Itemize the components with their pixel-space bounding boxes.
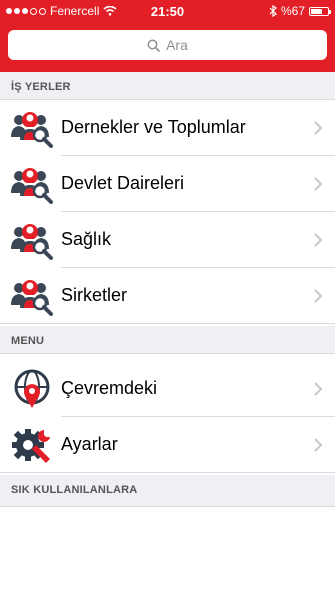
chevron-right-icon — [313, 381, 323, 397]
battery-icon — [309, 6, 331, 16]
status-bar: Fenercell 21:50 %67 — [0, 0, 335, 22]
section-header-work: İŞ YERLER — [0, 72, 335, 100]
section-header-menu: MENU — [0, 326, 335, 354]
list-item-label: Dernekler ve Toplumlar — [61, 117, 246, 137]
search-bar[interactable]: Ara — [8, 30, 327, 60]
list-item-saglik[interactable]: Sağlık — [0, 212, 335, 268]
status-right: %67 — [269, 4, 331, 18]
divider — [0, 323, 335, 324]
menu-item-ayarlar[interactable]: Ayarlar — [0, 417, 335, 473]
list-item-label: Devlet Daireleri — [61, 173, 185, 193]
list-item-devlet[interactable]: Devlet Daireleri — [0, 156, 335, 212]
divider — [0, 472, 335, 473]
list-item-label: Çevremdeki — [61, 378, 158, 398]
menu-item-cevremdeki[interactable]: Çevremdeki — [0, 361, 335, 417]
people-search-icon — [10, 163, 54, 205]
chevron-right-icon — [313, 120, 323, 136]
chevron-right-icon — [313, 437, 323, 453]
battery-fill — [311, 8, 322, 14]
list-item-label: Sağlık — [61, 229, 112, 249]
people-search-icon — [10, 107, 54, 149]
bluetooth-icon — [269, 5, 277, 17]
favorites-empty-area — [0, 507, 335, 596]
chevron-right-icon — [313, 176, 323, 192]
list-item-label: Ayarlar — [61, 434, 118, 454]
chevron-right-icon — [313, 232, 323, 248]
chevron-right-icon — [313, 288, 323, 304]
gear-wrench-icon — [12, 429, 50, 463]
list-item-label: Sirketler — [61, 285, 128, 305]
battery-percent: %67 — [280, 4, 305, 18]
people-search-icon — [10, 275, 54, 317]
search-icon — [147, 39, 160, 52]
list-item-dernekler[interactable]: Dernekler ve Toplumlar — [0, 100, 335, 156]
list-item-sirketler[interactable]: Sirketler — [0, 268, 335, 324]
people-search-icon — [10, 219, 54, 261]
top-bar: Fenercell 21:50 %67 Ara — [0, 0, 335, 72]
search-placeholder: Ara — [166, 37, 188, 53]
section-header-favorites: SIK KULLANILANLARA — [0, 475, 335, 507]
globe-pin-icon — [14, 369, 50, 408]
